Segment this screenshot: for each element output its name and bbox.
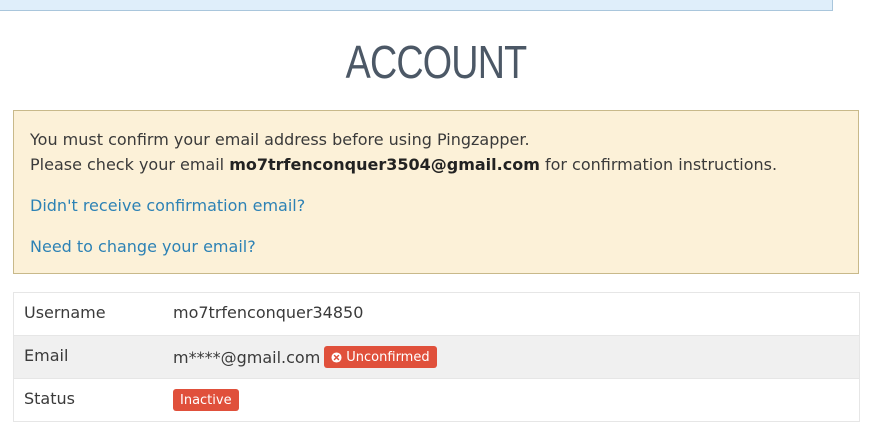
page-title: ACCOUNT bbox=[345, 36, 528, 88]
status-label: Status bbox=[24, 389, 75, 408]
status-badge: Inactive bbox=[173, 389, 239, 411]
table-row-status: Status Inactive bbox=[14, 378, 859, 421]
alert-message-line1: You must confirm your email address befo… bbox=[30, 130, 530, 149]
alert-line2-suffix: for confirmation instructions. bbox=[539, 155, 778, 174]
alert-email: mo7trfenconquer3504@gmail.com bbox=[229, 155, 540, 174]
resend-confirmation-link[interactable]: Didn't receive confirmation email? bbox=[30, 193, 305, 218]
email-label: Email bbox=[24, 346, 69, 365]
email-value: m****@gmail.com bbox=[173, 347, 321, 367]
account-details-table: Username mo7trfenconquer34850 Email m***… bbox=[13, 292, 860, 422]
change-email-link[interactable]: Need to change your email? bbox=[30, 234, 256, 259]
x-circle-icon bbox=[331, 351, 342, 363]
table-row-email: Email m****@gmail.com Unconfirmed bbox=[14, 335, 859, 378]
username-label: Username bbox=[24, 303, 106, 322]
unconfirmed-badge: Unconfirmed bbox=[324, 346, 437, 368]
email-confirmation-alert: You must confirm your email address befo… bbox=[13, 110, 859, 274]
table-row-username: Username mo7trfenconquer34850 bbox=[14, 293, 859, 335]
status-value-cell: Inactive bbox=[173, 389, 239, 411]
alert-message-line2: Please check your email mo7trfenconquer3… bbox=[30, 152, 777, 177]
unconfirmed-badge-label: Unconfirmed bbox=[346, 349, 430, 365]
email-value-cell: m****@gmail.com Unconfirmed bbox=[173, 346, 437, 368]
alert-line2-prefix: Please check your email bbox=[30, 155, 230, 174]
top-notice-strip bbox=[0, 0, 833, 11]
username-value: mo7trfenconquer34850 bbox=[173, 303, 364, 322]
